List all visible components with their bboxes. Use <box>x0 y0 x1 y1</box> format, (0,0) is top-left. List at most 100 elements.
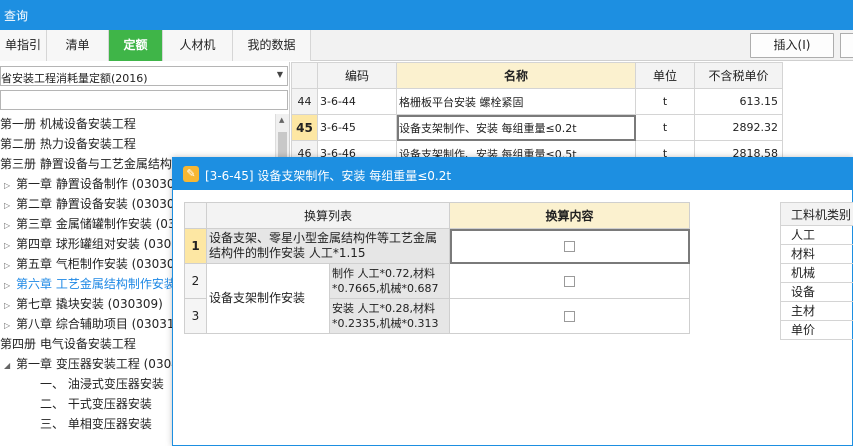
dialog-title: [3-6-45] 设备支架制作、安装 每组重量≤0.2t <box>205 169 452 183</box>
row-number: 3 <box>184 298 207 334</box>
toolbar-button-more[interactable] <box>840 33 853 58</box>
tree-item-label: 第七章 撬块安装 (030309) <box>16 297 163 311</box>
table-row[interactable]: 44 3-6-44 格栅板平台安装 螺栓紧固 t 613.15 <box>291 88 783 115</box>
collapsed-arrow-icon[interactable]: ▷ <box>4 216 16 236</box>
row-number: 45 <box>291 114 318 141</box>
grid-header-code: 编码 <box>317 62 397 89</box>
tree-item[interactable]: 第三册 静置设备与工艺金属结构 <box>0 154 172 174</box>
cell-name[interactable]: 格栅板平台安装 螺栓紧固 <box>396 88 636 115</box>
conv-header-list: 换算列表 <box>206 202 450 229</box>
quota-grid: 编码 名称 单位 不含税单价 44 3-6-44 格栅板平台安装 螺栓紧固 t … <box>291 62 853 167</box>
tree-item-label: 第三册 静置设备与工艺金属结构 <box>0 157 172 171</box>
tab-labor-material-machine[interactable]: 人材机 <box>163 30 233 61</box>
tree-item[interactable]: ▷ 第五章 气柜制作安装 (030305) <box>4 254 187 274</box>
material-type-item[interactable]: 材料 <box>780 245 853 264</box>
tab-bill[interactable]: 清单 <box>47 30 109 61</box>
collapsed-arrow-icon[interactable]: ▷ <box>4 176 16 196</box>
cell-price[interactable]: 2892.32 <box>694 114 783 141</box>
window-titlebar: 查询 <box>0 0 853 30</box>
cell-code[interactable]: 3-6-45 <box>317 114 397 141</box>
tree-item[interactable]: 第二册 热力设备安装工程 <box>0 134 136 154</box>
collapsed-arrow-icon[interactable]: ▷ <box>4 296 16 316</box>
tree-item-label: 三、 单相变压器安装 <box>40 417 152 431</box>
tree-item[interactable]: 第一册 机械设备安装工程 <box>0 114 136 134</box>
tree-item-label: 第六章 工艺金属结构制作安装 <box>16 277 176 291</box>
table-row[interactable]: 45 3-6-45 设备支架制作、安装 每组重量≤0.2t t 2892.32 <box>291 114 783 141</box>
tree-item-label: 二、 干式变压器安装 <box>40 397 152 411</box>
conversion-dialog: ✎ [3-6-45] 设备支架制作、安装 每组重量≤0.2t 换算列表 换算内容… <box>172 157 853 446</box>
tree-item[interactable]: 二、 干式变压器安装 <box>40 394 152 414</box>
tree-item[interactable]: ▷ 第七章 撬块安装 (030309) <box>4 294 163 314</box>
tree-item[interactable]: ▷ 第八章 综合辅助项目 (030310) <box>4 314 187 334</box>
row-number: 1 <box>184 228 207 264</box>
conv-header-rownum <box>184 202 207 229</box>
tree-item[interactable]: ▷ 第四章 球形罐组对安装 (030304) <box>4 234 199 254</box>
collapsed-arrow-icon[interactable]: ▷ <box>4 276 16 296</box>
tree-item-label: 第四册 电气设备安装工程 <box>0 337 136 351</box>
tree-item-label: 第八章 综合辅助项目 (030310) <box>16 317 187 331</box>
tree-item[interactable]: ▷ 第一章 静置设备制作 (030301) <box>4 174 187 194</box>
tree-item[interactable]: 第四册 电气设备安装工程 <box>0 334 136 354</box>
conv-item-text: 制作 人工*0.72,材料*0.7665,机械*0.687 <box>329 263 450 299</box>
chevron-down-icon[interactable]: ▼ <box>277 70 283 79</box>
library-select-value: 省安装工程消耗量定额(2016) <box>1 72 148 85</box>
material-type-header: 工料机类别 <box>780 202 853 226</box>
library-select[interactable]: 省安装工程消耗量定额(2016) ▼ <box>0 66 288 86</box>
tab-quota[interactable]: 定额 <box>109 30 163 61</box>
scroll-up-icon[interactable]: ▲ <box>279 116 284 124</box>
material-type-panel: 工料机类别 人工 材料 机械 设备 主材 单价 <box>780 202 853 340</box>
collapsed-arrow-icon[interactable]: ▷ <box>4 316 16 336</box>
conv-content-cell[interactable] <box>449 298 690 334</box>
row-number: 44 <box>291 88 318 115</box>
collapsed-arrow-icon[interactable]: ▷ <box>4 256 16 276</box>
table-row[interactable]: 1 设备支架、零星小型金属结构件等工艺金属结构件的制作安装 人工*1.15 <box>184 228 690 264</box>
material-type-item[interactable]: 人工 <box>780 226 853 245</box>
conv-content-cell[interactable] <box>449 263 690 299</box>
app-logo-icon: ✎ <box>183 166 199 182</box>
search-input[interactable] <box>0 90 288 110</box>
conv-header-content: 换算内容 <box>449 202 690 229</box>
tree-item[interactable]: ◢ 第一章 变压器安装工程 (030401) <box>4 354 199 374</box>
tree-item-label: 第五章 气柜制作安装 (030305) <box>16 257 187 271</box>
material-type-item[interactable]: 主材 <box>780 302 853 321</box>
row-number: 2 <box>184 263 207 299</box>
cell-price[interactable]: 613.15 <box>694 88 783 115</box>
tree-item-label: 第一章 静置设备制作 (030301) <box>16 177 187 191</box>
insert-button[interactable]: 插入(I) <box>750 33 834 58</box>
cell-name[interactable]: 设备支架制作、安装 每组重量≤0.2t <box>396 114 636 141</box>
tree-item[interactable]: ▷ 第六章 工艺金属结构制作安装 <box>4 274 176 294</box>
grid-header-rownum <box>291 62 318 89</box>
grid-header-price: 不含税单价 <box>694 62 783 89</box>
tree-item-label: 一、 油浸式变压器安装 <box>40 377 164 391</box>
tree-item[interactable]: 一、 油浸式变压器安装 <box>40 374 164 394</box>
conv-item-text: 设备支架、零星小型金属结构件等工艺金属结构件的制作安装 人工*1.15 <box>206 228 450 264</box>
conv-content-cell[interactable] <box>449 228 690 264</box>
collapsed-arrow-icon[interactable]: ▷ <box>4 196 16 216</box>
cell-code[interactable]: 3-6-44 <box>317 88 397 115</box>
conversion-table: 换算列表 换算内容 1 设备支架、零星小型金属结构件等工艺金属结构件的制作安装 … <box>184 202 690 334</box>
tree-item-label: 第二章 静置设备安装 (030302) <box>16 197 187 211</box>
collapsed-arrow-icon[interactable]: ▷ <box>4 236 16 256</box>
conversion-checkbox[interactable] <box>564 276 575 287</box>
conversion-checkbox[interactable] <box>564 311 575 322</box>
cell-unit[interactable]: t <box>635 114 695 141</box>
material-type-item[interactable]: 单价 <box>780 321 853 340</box>
tab-bar: 单指引 清单 定额 人材机 我的数据 <box>0 30 853 61</box>
conv-group-label: 设备支架制作安装 <box>206 263 330 334</box>
cell-unit[interactable]: t <box>635 88 695 115</box>
table-row[interactable]: 2 设备支架制作安装 制作 人工*0.72,材料*0.7665,机械*0.687 <box>184 263 690 334</box>
dialog-titlebar: ✎ [3-6-45] 设备支架制作、安装 每组重量≤0.2t <box>173 158 853 190</box>
expanded-arrow-icon[interactable]: ◢ <box>4 356 16 376</box>
material-type-item[interactable]: 机械 <box>780 264 853 283</box>
grid-header-name: 名称 <box>396 62 636 89</box>
tab-my-data[interactable]: 我的数据 <box>233 30 311 61</box>
grid-header-unit: 单位 <box>635 62 695 89</box>
conversion-checkbox[interactable] <box>564 241 575 252</box>
tree-item[interactable]: 三、 单相变压器安装 <box>40 414 152 434</box>
window-title: 查询 <box>4 9 29 23</box>
tab-guide[interactable]: 单指引 <box>0 30 47 61</box>
tree-item-label: 第二册 热力设备安装工程 <box>0 137 136 151</box>
conv-item-text: 安装 人工*0.28,材料*0.2335,机械*0.313 <box>329 298 450 334</box>
material-type-item[interactable]: 设备 <box>780 283 853 302</box>
tree-item[interactable]: ▷ 第二章 静置设备安装 (030302) <box>4 194 187 214</box>
